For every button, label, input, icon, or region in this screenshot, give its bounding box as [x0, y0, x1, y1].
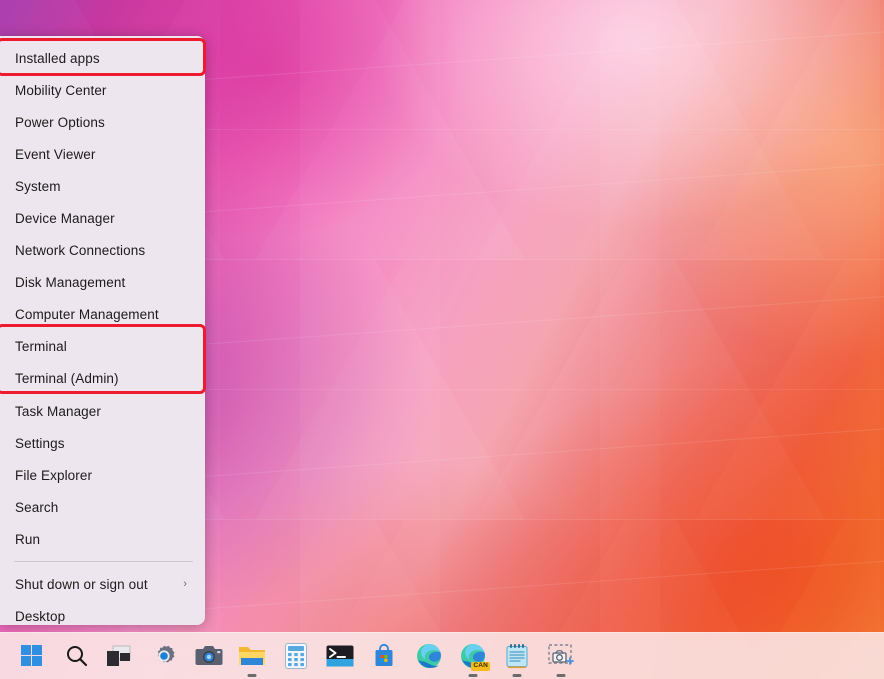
running-indicator: [247, 674, 257, 677]
taskbar[interactable]: CAN: [0, 632, 884, 679]
canary-badge: CAN: [471, 661, 490, 671]
calculator-icon: [285, 643, 307, 669]
desktop-screen: Installed apps Mobility Center Power Opt…: [0, 0, 884, 679]
snipping-tool-icon: [548, 644, 574, 665]
taskbar-search-button[interactable]: [61, 640, 93, 672]
menu-item-search[interactable]: Search: [0, 491, 205, 523]
menu-group-terminal: Terminal Terminal (Admin): [0, 330, 205, 394]
running-indicator: [556, 674, 566, 677]
menu-item-system[interactable]: System: [0, 170, 205, 202]
running-indicator: [512, 674, 522, 677]
menu-item-run[interactable]: Run: [0, 523, 205, 555]
menu-item-label: Disk Management: [15, 274, 126, 290]
search-icon: [67, 646, 88, 667]
taskbar-start-button[interactable]: [16, 640, 48, 672]
menu-item-settings[interactable]: Settings: [0, 427, 205, 459]
menu-item-label: Settings: [15, 435, 65, 451]
taskbar-calculator-button[interactable]: [280, 640, 312, 672]
menu-item-label: Computer Management: [15, 306, 159, 322]
menu-item-label: Shut down or sign out: [15, 576, 148, 592]
menu-item-label: Installed apps: [15, 50, 100, 66]
menu-item-label: System: [15, 178, 61, 194]
taskbar-microsoft-store-button[interactable]: [368, 640, 400, 672]
power-user-menu[interactable]: Installed apps Mobility Center Power Opt…: [0, 36, 205, 625]
menu-item-event-viewer[interactable]: Event Viewer: [0, 138, 205, 170]
menu-group-system-tools: Installed apps Mobility Center Power Opt…: [0, 36, 205, 330]
menu-item-desktop[interactable]: Desktop: [0, 600, 205, 625]
taskbar-edge-button[interactable]: [413, 640, 445, 672]
taskbar-snipping-tool-button[interactable]: [545, 640, 577, 677]
menu-item-label: Event Viewer: [15, 146, 96, 162]
menu-item-disk-management[interactable]: Disk Management: [0, 266, 205, 298]
menu-group-apps: Task Manager Settings File Explorer Sear…: [0, 394, 205, 555]
menu-item-task-manager[interactable]: Task Manager: [0, 395, 205, 427]
taskbar-edge-canary-button[interactable]: CAN: [457, 640, 490, 677]
menu-item-power-options[interactable]: Power Options: [0, 106, 205, 138]
menu-item-label: Task Manager: [15, 403, 101, 419]
windows-logo-icon: [21, 645, 42, 666]
menu-item-label: File Explorer: [15, 467, 93, 483]
menu-item-computer-management[interactable]: Computer Management: [0, 298, 205, 330]
chevron-right-icon: ›: [183, 577, 187, 590]
menu-item-mobility-center[interactable]: Mobility Center: [0, 74, 205, 106]
menu-item-file-explorer[interactable]: File Explorer: [0, 459, 205, 491]
taskbar-camera-button[interactable]: [193, 640, 225, 672]
camera-icon: [195, 646, 223, 665]
menu-item-terminal-admin[interactable]: Terminal (Admin): [0, 362, 205, 394]
menu-item-label: Terminal (Admin): [15, 370, 119, 386]
taskbar-terminal-button[interactable]: [324, 640, 356, 672]
menu-item-label: Run: [15, 531, 41, 547]
terminal-icon: [326, 645, 354, 667]
menu-item-terminal[interactable]: Terminal: [0, 330, 205, 362]
task-view-icon: [107, 645, 131, 666]
menu-item-label: Power Options: [15, 114, 105, 130]
store-bag-icon: [375, 644, 393, 666]
taskbar-file-explorer-button[interactable]: [236, 640, 268, 677]
menu-item-label: Terminal: [15, 338, 67, 354]
menu-group-shutdown: Shut down or sign out › Desktop: [0, 568, 205, 625]
taskbar-settings-button[interactable]: [148, 640, 180, 672]
menu-item-label: Search: [15, 499, 59, 515]
menu-item-label: Mobility Center: [15, 82, 107, 98]
gear-icon: [157, 645, 175, 663]
edge-icon: [417, 644, 441, 668]
notepad-icon: [506, 644, 528, 669]
menu-item-device-manager[interactable]: Device Manager: [0, 202, 205, 234]
running-indicator: [468, 674, 478, 677]
taskbar-task-view-button[interactable]: [103, 640, 135, 672]
menu-item-network-connections[interactable]: Network Connections: [0, 234, 205, 266]
taskbar-notepad-button[interactable]: [501, 640, 533, 677]
menu-item-label: Device Manager: [15, 210, 115, 226]
menu-item-shut-down-or-sign-out[interactable]: Shut down or sign out ›: [0, 568, 205, 600]
menu-item-label: Network Connections: [15, 242, 146, 258]
menu-item-label: Desktop: [15, 608, 66, 624]
menu-item-installed-apps[interactable]: Installed apps: [0, 42, 205, 74]
folder-icon: [239, 647, 265, 665]
menu-separator: [14, 561, 193, 562]
